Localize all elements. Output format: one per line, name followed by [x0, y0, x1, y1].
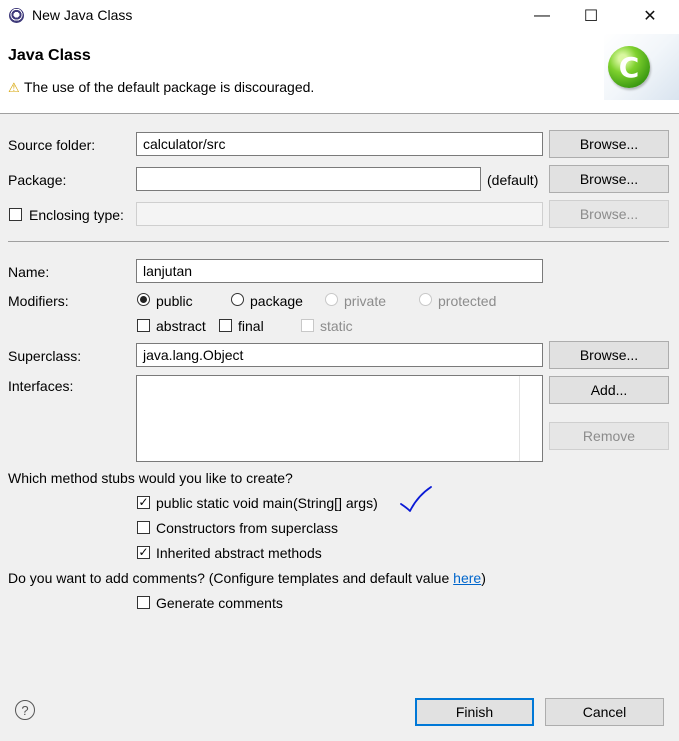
close-button[interactable]: ✕ [627, 0, 673, 31]
private-radio[interactable] [325, 293, 338, 306]
package-label: Package: [8, 172, 67, 188]
constructors-label: Constructors from superclass [156, 520, 339, 536]
static-checkbox-label: static [320, 318, 353, 334]
protected-radio[interactable] [419, 293, 432, 306]
interfaces-list-scrollbar-divider [519, 376, 520, 461]
interfaces-list[interactable] [136, 375, 543, 462]
help-icon[interactable]: ? [15, 700, 35, 720]
name-input[interactable]: lanjutan [136, 259, 543, 283]
page-title: Java Class [8, 47, 91, 64]
new-class-logo-icon: C [608, 46, 650, 88]
source-folder-input[interactable]: calculator/src [136, 132, 543, 156]
comments-question: Do you want to add comments? (Configure … [8, 570, 486, 586]
generate-comments-label: Generate comments [156, 595, 283, 611]
comments-question-text: Do you want to add comments? (Configure … [8, 570, 454, 586]
inherited-methods-checkbox[interactable]: ✓ [137, 546, 150, 559]
superclass-input[interactable]: java.lang.Object [136, 343, 543, 367]
enclosing-type-browse-button[interactable]: Browse... [549, 200, 669, 228]
finish-button[interactable]: Finish [415, 698, 534, 726]
maximize-button[interactable]: ☐ [568, 0, 614, 31]
superclass-label: Superclass: [8, 348, 82, 364]
final-checkbox-label: final [238, 318, 264, 334]
package-input[interactable] [136, 167, 481, 191]
warning-icon: ⚠ [8, 80, 20, 95]
interfaces-label: Interfaces: [8, 378, 74, 394]
window-title: New Java Class [32, 7, 133, 23]
protected-radio-label: protected [438, 293, 497, 309]
private-radio-label: private [344, 293, 387, 309]
package-browse-button[interactable]: Browse... [549, 165, 669, 193]
configure-templates-link[interactable]: here [453, 570, 481, 586]
header-divider [0, 113, 679, 114]
remove-interface-button[interactable]: Remove [549, 422, 669, 450]
source-folder-browse-button[interactable]: Browse... [549, 130, 669, 158]
constructors-checkbox[interactable] [137, 521, 150, 534]
public-radio-label: public [156, 293, 193, 309]
package-radio-label: package [250, 293, 303, 309]
abstract-checkbox[interactable] [137, 319, 150, 332]
enclosing-type-label: Enclosing type: [29, 207, 124, 223]
source-folder-label: Source folder: [8, 137, 96, 153]
cancel-button[interactable]: Cancel [545, 698, 664, 726]
method-stubs-question: Which method stubs would you like to cre… [8, 470, 293, 486]
superclass-browse-button[interactable]: Browse... [549, 341, 669, 369]
generate-comments-checkbox[interactable] [137, 596, 150, 609]
enclosing-type-checkbox[interactable] [9, 208, 22, 221]
abstract-checkbox-label: abstract [156, 318, 206, 334]
minimize-button[interactable]: — [519, 0, 565, 31]
add-interface-button[interactable]: Add... [549, 376, 669, 404]
wizard-header [0, 31, 679, 113]
modifiers-label: Modifiers: [8, 293, 69, 309]
package-default-label: (default) [487, 172, 539, 188]
handwritten-checkmark-icon [400, 486, 432, 512]
inherited-methods-label: Inherited abstract methods [156, 545, 322, 561]
logo-letter: C [618, 50, 640, 84]
main-method-label: public static void main(String[] args) [156, 495, 378, 511]
enclosing-type-input[interactable] [136, 202, 543, 226]
package-radio[interactable] [231, 293, 244, 306]
eclipse-icon [9, 8, 24, 23]
comments-question-close: ) [481, 570, 486, 586]
warning-message: The use of the default package is discou… [24, 79, 315, 95]
main-method-checkbox[interactable]: ✓ [137, 496, 150, 509]
final-checkbox[interactable] [219, 319, 232, 332]
static-checkbox[interactable] [301, 319, 314, 332]
name-label: Name: [8, 264, 50, 280]
section-divider [8, 241, 669, 242]
public-radio[interactable] [137, 293, 150, 306]
